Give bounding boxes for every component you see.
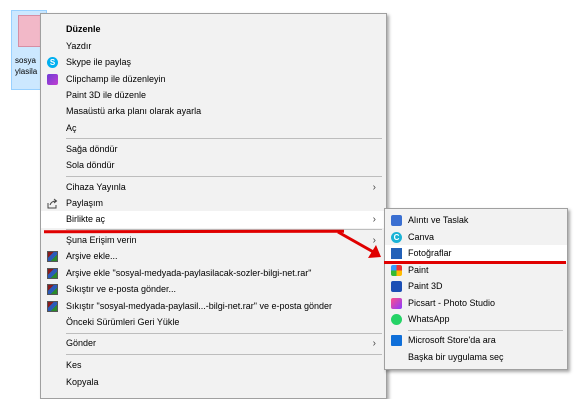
annotation-underline	[384, 261, 566, 264]
annotation-arrow	[337, 230, 381, 258]
